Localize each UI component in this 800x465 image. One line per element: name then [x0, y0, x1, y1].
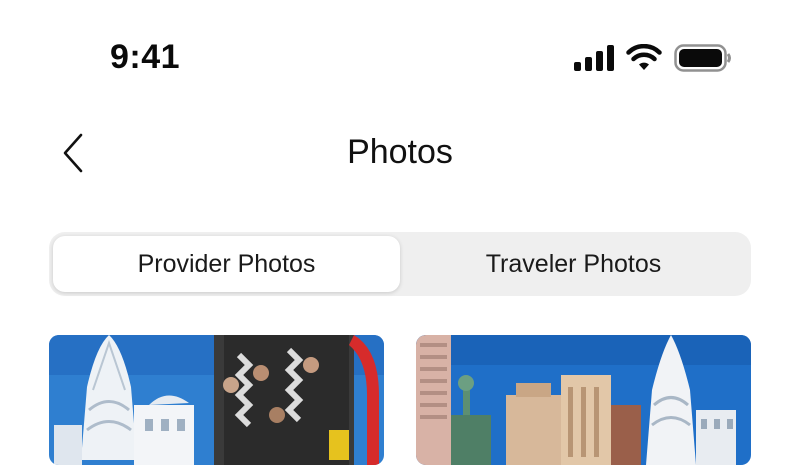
photo-thumbnail[interactable] — [416, 335, 751, 465]
status-bar: 9:41 — [0, 0, 800, 110]
tab-traveler-photos[interactable]: Traveler Photos — [400, 236, 747, 292]
rollercoaster-photo — [49, 335, 384, 465]
wifi-icon — [626, 43, 662, 77]
photo-thumbnail[interactable] — [49, 335, 384, 465]
status-time: 9:41 — [110, 38, 181, 76]
status-icons — [574, 43, 732, 77]
photo-source-segmented-control: Provider Photos Traveler Photos — [49, 232, 751, 296]
skyline-photo — [416, 335, 751, 465]
battery-icon — [674, 43, 732, 77]
tab-provider-photos[interactable]: Provider Photos — [53, 236, 400, 292]
page-title: Photos — [347, 133, 453, 171]
cellular-signal-icon — [574, 44, 614, 76]
nav-bar: Photos — [0, 120, 800, 190]
